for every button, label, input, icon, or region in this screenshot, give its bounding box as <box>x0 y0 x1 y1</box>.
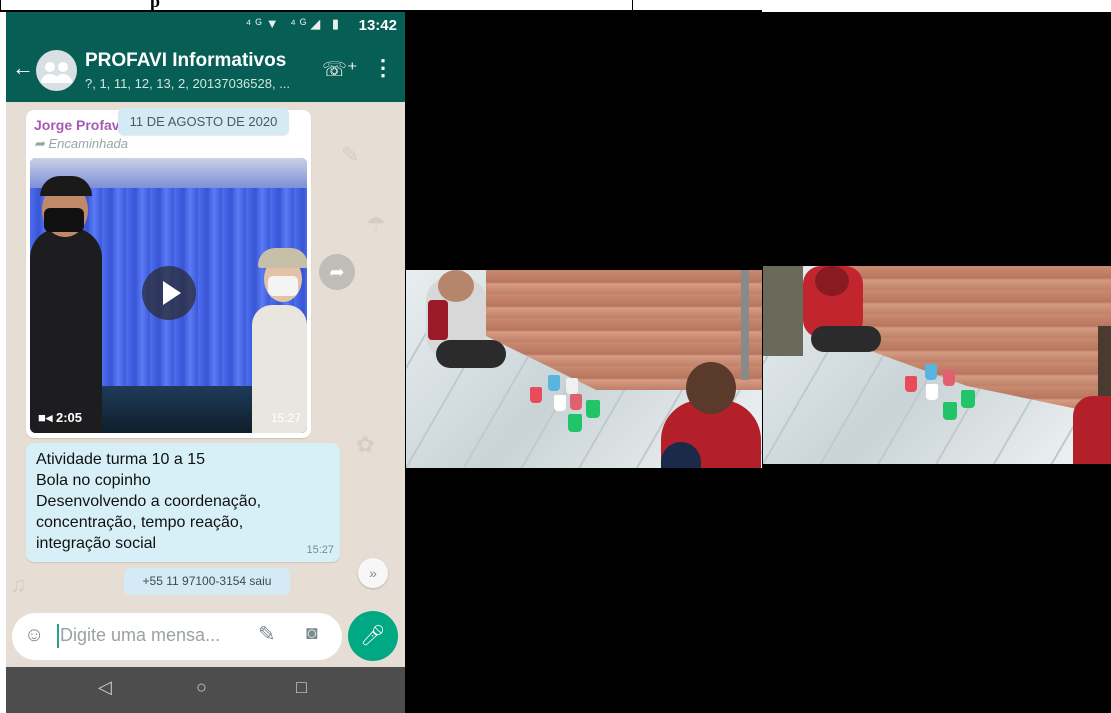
wallpaper-doodle: ✎ <box>341 142 360 167</box>
wallpaper-doodle: ♫ <box>10 572 27 597</box>
wallpaper-doodle: ☂ <box>366 212 386 237</box>
avatar-person-icon <box>45 62 55 72</box>
chat-participants[interactable]: ?, 1, 11, 12, 13, 2, 20137036528, ... <box>85 76 290 91</box>
chat-header: ← PROFAVI Informativos ?, 1, 11, 12, 13,… <box>6 39 405 102</box>
chat-title[interactable]: PROFAVI Informativos <box>85 50 286 72</box>
child-left-head <box>438 270 474 302</box>
play-icon[interactable] <box>142 266 196 320</box>
nav-home-icon[interactable]: ○ <box>196 677 207 698</box>
document-heading-fragment: p <box>150 0 161 11</box>
message-line: Bola no copinho <box>36 472 151 489</box>
cup-white <box>566 378 578 394</box>
cup-pink <box>943 370 955 386</box>
document-header-strip: p <box>0 0 762 12</box>
status-time: 13:42 <box>358 17 397 34</box>
avatar-body-shape <box>54 74 72 83</box>
android-nav-bar: ◁ ○ □ <box>6 667 405 713</box>
activity-photo-2 <box>763 266 1111 464</box>
nav-recents-icon[interactable]: □ <box>296 677 307 698</box>
table-border <box>632 0 633 10</box>
message-list[interactable]: ✎ ☂ ✿ ♫ Jorge Profav ➦ Encaminhada ■◂ 2:… <box>6 102 405 613</box>
child-right-partial <box>1073 396 1111 464</box>
emoji-icon[interactable]: ☺ <box>24 624 44 647</box>
text-message-bubble[interactable]: Atividade turma 10 a 15 Bola no copinho … <box>26 443 340 562</box>
status-icons: ⁴ᴳ▼ ⁴ᴳ◢ ▮ <box>245 16 343 31</box>
paperclip-icon[interactable]: ✎ <box>258 622 276 647</box>
scroll-down-icon[interactable]: » <box>358 558 388 588</box>
video-person-left <box>30 228 102 433</box>
video-person-right-mask <box>268 276 298 296</box>
nav-back-icon[interactable]: ◁ <box>98 677 112 698</box>
metal-pole <box>741 270 749 380</box>
message-input-field[interactable]: ☺ Digite uma mensa... ✎ ◙ <box>12 613 342 660</box>
cup-white <box>926 384 938 400</box>
arrow-left-icon[interactable]: ← <box>12 57 34 79</box>
cup-green <box>568 414 582 432</box>
text-cursor <box>57 624 59 648</box>
camera-icon[interactable]: ◙ <box>306 623 317 645</box>
message-composer: ☺ Digite uma mensa... ✎ ◙ 🎤︎ <box>6 611 405 663</box>
add-call-icon[interactable]: ☏⁺ <box>322 57 358 82</box>
child-left-head <box>815 266 849 296</box>
message-input[interactable]: Digite uma mensa... <box>60 625 220 646</box>
cup-red <box>530 387 542 403</box>
message-line: integração social <box>36 535 157 552</box>
video-person-left-mask <box>44 208 84 232</box>
activity-photo-1 <box>406 270 762 468</box>
cup-green <box>943 402 957 420</box>
child-left-legs <box>436 340 506 368</box>
child-left-legs <box>811 326 881 352</box>
message-line: concentração, tempo reação, <box>36 514 244 531</box>
more-vert-icon[interactable]: ⋮ <box>372 55 394 81</box>
group-avatar[interactable] <box>36 50 77 91</box>
message-time: 15:27 <box>306 544 334 556</box>
child-left-jacket-detail <box>428 300 448 340</box>
cup-white <box>554 395 566 411</box>
message-time: 15:27 <box>270 411 301 425</box>
system-notice: +55 11 97100-3154 saiu <box>124 568 290 595</box>
cup-red <box>905 376 917 392</box>
video-duration-text: 2:05 <box>56 410 83 425</box>
message-line: Desenvolvendo a coordenação, <box>36 493 262 510</box>
forwarded-text: Encaminhada <box>48 136 129 151</box>
message-sender: Jorge Profav <box>34 117 120 133</box>
cup-green <box>961 390 975 408</box>
avatar-person-icon <box>58 62 68 72</box>
media-message-bubble[interactable]: Jorge Profav ➦ Encaminhada ■◂ 2:05 15:27 <box>26 110 311 438</box>
wall-corner-shadow <box>763 266 803 356</box>
cup-green <box>586 400 600 418</box>
child-right-hair <box>1098 326 1111 396</box>
status-bar: ⁴ᴳ▼ ⁴ᴳ◢ ▮ 13:42 <box>6 12 405 39</box>
cup-blue <box>925 364 937 380</box>
whatsapp-screenshot: ⁴ᴳ▼ ⁴ᴳ◢ ▮ 13:42 ← PROFAVI Informativos ?… <box>6 12 405 713</box>
message-line: Atividade turma 10 a 15 <box>36 451 205 468</box>
share-forward-icon[interactable]: ➦ <box>319 254 355 290</box>
date-separator: 11 DE AGOSTO DE 2020 <box>118 108 289 135</box>
forwarded-label: ➦ Encaminhada <box>34 136 129 151</box>
video-thumbnail[interactable]: ■◂ 2:05 15:27 <box>30 158 307 433</box>
wallpaper-doodle: ✿ <box>356 432 375 457</box>
cup-blue <box>548 375 560 391</box>
cup-pink <box>570 394 582 410</box>
child-right-head <box>686 362 736 414</box>
play-triangle <box>163 281 181 305</box>
video-duration: ■◂ 2:05 <box>38 410 82 426</box>
mic-icon[interactable]: 🎤︎ <box>348 611 398 661</box>
table-border-left <box>0 0 1 10</box>
video-camera-icon: ■◂ <box>38 410 56 425</box>
video-person-right-hat <box>258 248 307 268</box>
